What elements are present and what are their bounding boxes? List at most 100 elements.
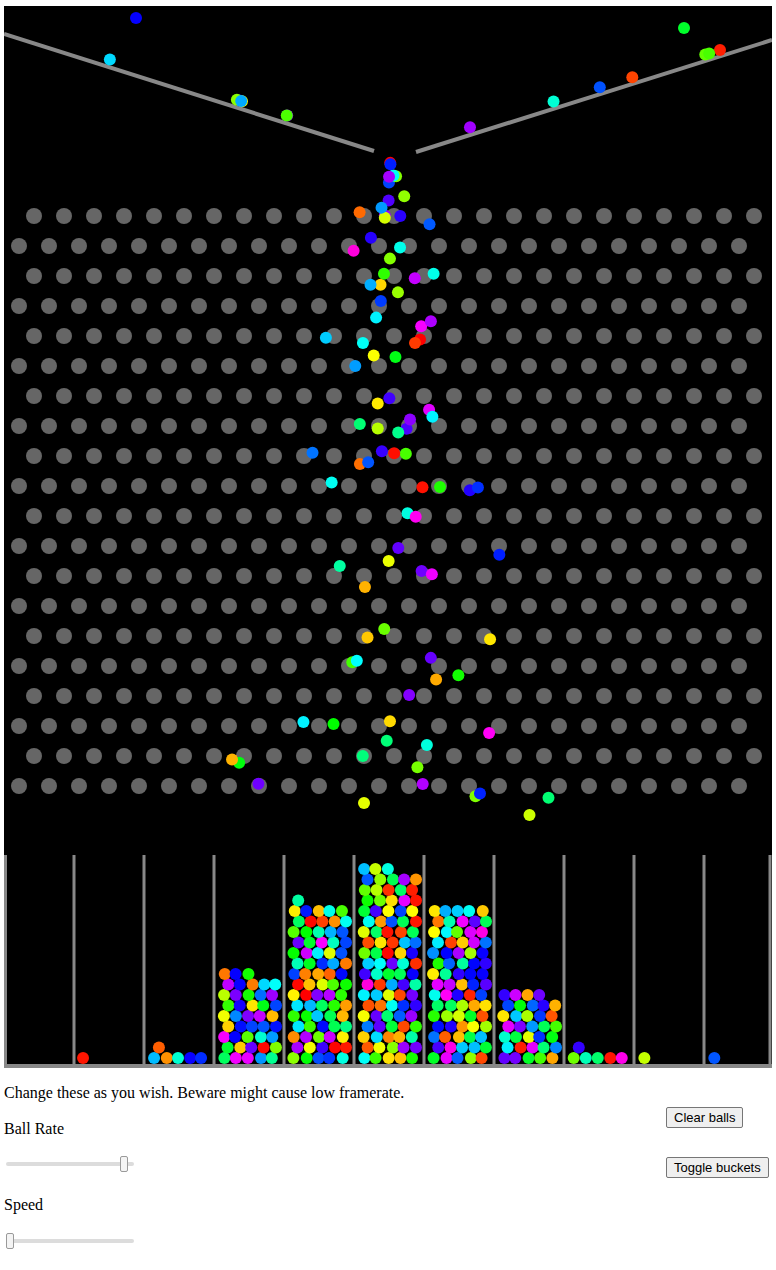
peg [431, 598, 447, 614]
ball [161, 1052, 173, 1064]
peg [731, 718, 747, 734]
ball [410, 1042, 422, 1054]
peg [341, 598, 357, 614]
ball [336, 926, 348, 938]
ball [148, 1052, 160, 1064]
bucket-divider [213, 855, 216, 1066]
action-button[interactable]: Toggle buckets [666, 1157, 769, 1178]
bucket-divider [633, 855, 636, 1066]
peg [296, 688, 312, 704]
peg [611, 418, 627, 434]
ball [453, 1010, 465, 1022]
ball [372, 422, 384, 434]
peg [236, 568, 252, 584]
ball [373, 1042, 385, 1054]
peg [716, 328, 732, 344]
peg [731, 238, 747, 254]
ball [372, 397, 384, 409]
ball [172, 1052, 184, 1064]
ball [498, 989, 510, 1001]
ball [300, 926, 312, 938]
ball [299, 968, 311, 980]
peg [56, 388, 72, 404]
ball [387, 937, 399, 949]
peg [11, 718, 27, 734]
ball [502, 1042, 514, 1054]
slider[interactable] [6, 1233, 134, 1249]
peg [656, 388, 672, 404]
peg [551, 298, 567, 314]
peg [581, 538, 597, 554]
peg [521, 718, 537, 734]
action-button[interactable]: Clear balls [666, 1107, 743, 1128]
ball [405, 1010, 417, 1022]
peg [281, 358, 297, 374]
ball [616, 1052, 628, 1064]
ball [219, 968, 231, 980]
ball [326, 476, 338, 488]
peg [131, 718, 147, 734]
ball [304, 958, 316, 970]
peg [506, 748, 522, 764]
peg [116, 508, 132, 524]
peg [626, 508, 642, 524]
ball [407, 926, 419, 938]
ball [329, 1042, 341, 1054]
ball [323, 905, 335, 917]
peg [461, 658, 477, 674]
peg [161, 718, 177, 734]
ball [534, 1010, 546, 1022]
ball [327, 937, 339, 949]
peg [71, 778, 87, 794]
slider[interactable] [6, 1156, 134, 1172]
peg [206, 448, 222, 464]
ball [477, 947, 489, 959]
peg [191, 778, 207, 794]
ball [472, 482, 484, 494]
ball [441, 947, 453, 959]
ball [409, 337, 421, 349]
peg [596, 628, 612, 644]
peg [476, 448, 492, 464]
ball [234, 1000, 246, 1012]
ball [257, 1000, 269, 1012]
peg [386, 568, 402, 584]
ball [375, 1000, 387, 1012]
peg [686, 328, 702, 344]
peg [386, 508, 402, 524]
peg [596, 208, 612, 224]
slider-row: Speed [4, 1172, 134, 1249]
ball [526, 1021, 538, 1033]
peg [521, 478, 537, 494]
peg [671, 298, 687, 314]
peg [536, 508, 552, 524]
ball [340, 916, 352, 928]
peg [251, 778, 267, 794]
peg [341, 778, 357, 794]
ball [357, 337, 369, 349]
ball [386, 1021, 398, 1033]
ball [362, 958, 374, 970]
peg [221, 718, 237, 734]
ball [358, 905, 370, 917]
ball [371, 1010, 383, 1022]
peg [446, 268, 462, 284]
peg [626, 448, 642, 464]
ball [293, 916, 305, 928]
slider-thumb[interactable] [6, 1233, 14, 1249]
peg [326, 208, 342, 224]
peg [101, 418, 117, 434]
peg [86, 268, 102, 284]
peg [176, 208, 192, 224]
peg [191, 538, 207, 554]
ball [475, 989, 487, 1001]
peg [41, 358, 57, 374]
ball [230, 989, 242, 1001]
ball [524, 809, 536, 821]
peg [41, 538, 57, 554]
peg [56, 328, 72, 344]
peg [476, 568, 492, 584]
slider-thumb[interactable] [120, 1156, 128, 1172]
peg [626, 568, 642, 584]
ball [428, 1052, 440, 1064]
